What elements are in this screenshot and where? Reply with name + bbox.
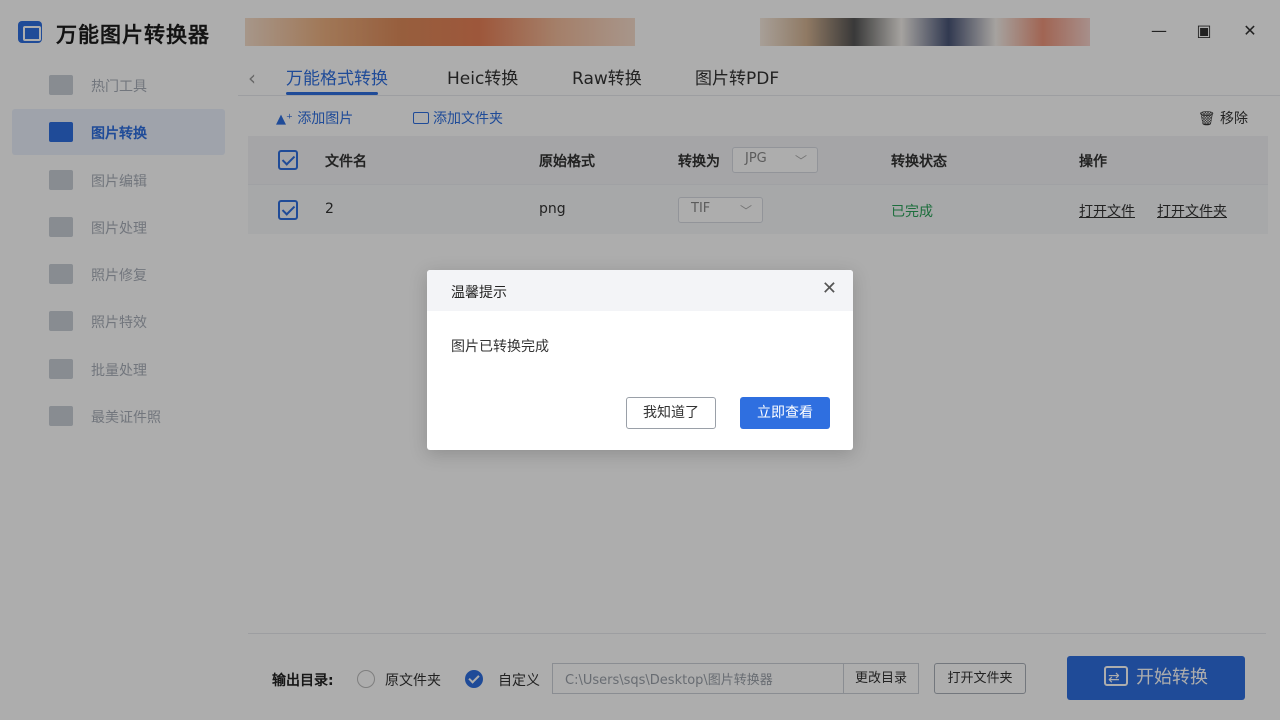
dialog-message: 图片已转换完成 bbox=[451, 339, 549, 355]
close-icon[interactable]: ✕ bbox=[822, 278, 837, 299]
dialog-title: 温馨提示 bbox=[451, 285, 507, 301]
view-now-button[interactable]: 立即查看 bbox=[740, 397, 830, 429]
notice-dialog: 温馨提示 ✕ 图片已转换完成 我知道了 立即查看 bbox=[427, 270, 853, 450]
dialog-header: 温馨提示 ✕ bbox=[427, 270, 853, 311]
got-it-button[interactable]: 我知道了 bbox=[626, 397, 716, 429]
